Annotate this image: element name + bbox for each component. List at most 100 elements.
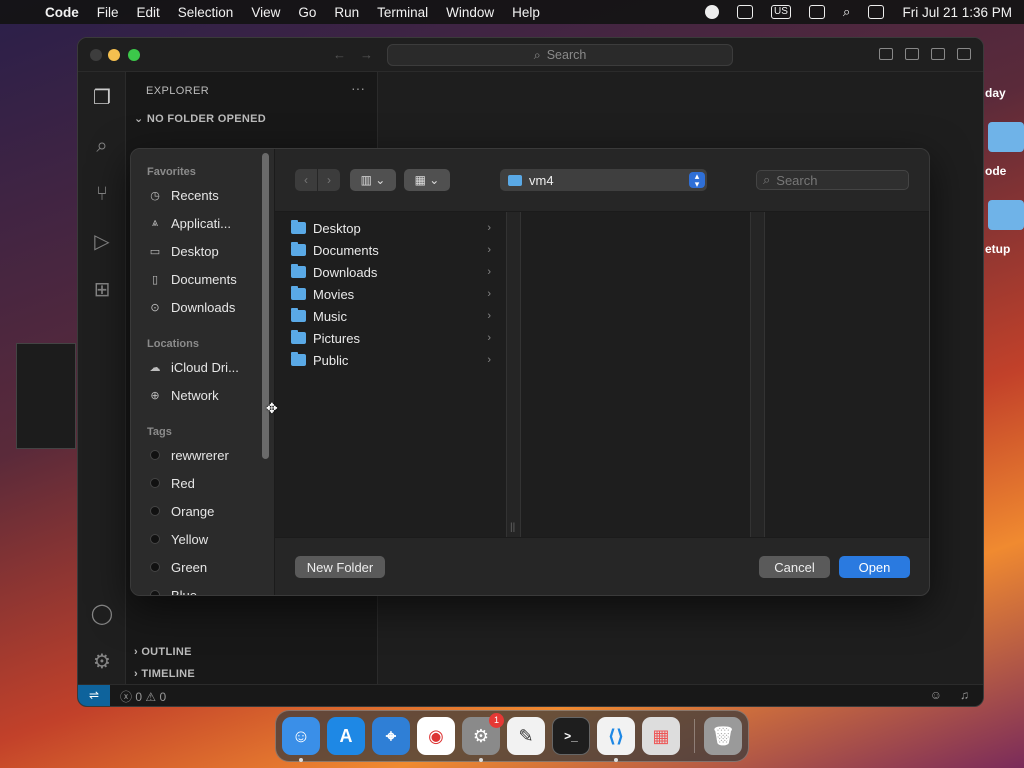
open-button[interactable]: Open bbox=[839, 556, 910, 578]
menu-window[interactable]: Window bbox=[437, 5, 503, 20]
forward-button[interactable]: › bbox=[318, 169, 340, 191]
folder-row[interactable]: Downloads › bbox=[291, 262, 491, 282]
error-count: 0 bbox=[135, 690, 143, 704]
sidebar-item-desktop[interactable]: ▭ Desktop bbox=[147, 241, 219, 261]
sidebar-item-downloads[interactable]: ⊙ Downloads bbox=[147, 297, 235, 317]
desktop-item-label[interactable]: day bbox=[985, 86, 1006, 100]
outline-section[interactable]: › OUTLINE bbox=[134, 646, 192, 658]
location-popup[interactable]: vm4 ▴ ▾ bbox=[500, 169, 707, 191]
toggle-primary-sidebar-icon[interactable] bbox=[879, 48, 893, 60]
desktop-folder-icon[interactable] bbox=[988, 200, 1024, 230]
tag-dot-icon bbox=[150, 562, 160, 572]
sidebar-tag[interactable]: Red bbox=[147, 473, 195, 493]
extensions-icon[interactable]: ⊞ bbox=[90, 278, 114, 302]
sidebar-item-network[interactable]: ⊕ Network bbox=[147, 385, 218, 405]
notification-badge: 1 bbox=[489, 713, 504, 728]
desktop-item-label[interactable]: ode bbox=[985, 164, 1006, 178]
folder-row[interactable]: Desktop › bbox=[291, 218, 491, 238]
menu-edit[interactable]: Edit bbox=[128, 5, 169, 20]
folder-row[interactable]: Pictures › bbox=[291, 328, 491, 348]
view-mode-button[interactable]: ▥ ⌄ bbox=[350, 169, 396, 191]
chevron-right-icon: › bbox=[487, 266, 491, 278]
customize-layout-icon[interactable] bbox=[957, 48, 971, 60]
problems-indicator[interactable]: ⓧ 0 ⚠ 0 bbox=[120, 688, 166, 705]
manage-gear-icon[interactable]: ⚙ bbox=[90, 650, 114, 674]
cloud-icon: ☁ bbox=[149, 361, 161, 374]
toggle-panel-icon[interactable] bbox=[905, 48, 919, 60]
sidebar-tag[interactable]: Blue bbox=[147, 585, 198, 596]
tag-label: Blue bbox=[171, 587, 198, 596]
open-file-dialog: Favorites ◷ Recents ⩓ Applicati... ▭ Des… bbox=[130, 148, 930, 596]
screen-mirroring-icon[interactable] bbox=[808, 5, 825, 19]
toggle-secondary-sidebar-icon[interactable] bbox=[931, 48, 945, 60]
remote-indicator-icon[interactable]: ⇌ bbox=[78, 685, 110, 706]
folder-row[interactable]: Music › bbox=[291, 306, 491, 326]
menu-clock[interactable]: Fri Jul 21 1:36 PM bbox=[902, 5, 1012, 20]
menu-app-name[interactable]: Code bbox=[36, 5, 88, 20]
menu-file[interactable]: File bbox=[88, 5, 128, 20]
menu-go[interactable]: Go bbox=[289, 5, 325, 20]
maximize-window-button[interactable] bbox=[128, 49, 140, 61]
sidebar-item-recents[interactable]: ◷ Recents bbox=[147, 185, 219, 205]
user-status-icon[interactable] bbox=[704, 5, 719, 19]
command-center-search[interactable]: ⌕ Search bbox=[387, 44, 733, 66]
safari-icon[interactable]: ⌖ bbox=[372, 717, 410, 755]
dialog-search-field[interactable]: ⌕ Search bbox=[756, 170, 909, 190]
close-window-button[interactable] bbox=[90, 49, 102, 61]
locations-heading: Locations bbox=[147, 338, 199, 350]
stage-manager-icon[interactable] bbox=[736, 5, 753, 19]
finder-icon[interactable]: ☺ bbox=[282, 717, 320, 755]
vscode-icon[interactable]: ⟨⟩ bbox=[597, 717, 635, 755]
minimize-window-button[interactable] bbox=[108, 49, 120, 61]
new-folder-button[interactable]: New Folder bbox=[295, 556, 385, 578]
timeline-section[interactable]: › TIMELINE bbox=[134, 668, 195, 680]
back-button[interactable]: ‹ bbox=[295, 169, 317, 191]
folder-label: Documents bbox=[313, 242, 379, 258]
app-store-icon[interactable]: A bbox=[327, 717, 365, 755]
notifications-bell-icon[interactable]: ♫ bbox=[960, 688, 969, 702]
sidebar-tag[interactable]: Orange bbox=[147, 501, 214, 521]
chrome-icon[interactable]: ◉ bbox=[417, 717, 455, 755]
menu-view[interactable]: View bbox=[242, 5, 289, 20]
menu-run[interactable]: Run bbox=[325, 5, 368, 20]
sidebar-item-icloud[interactable]: ☁ iCloud Dri... bbox=[147, 357, 239, 377]
sidebar-tag[interactable]: rewwrerer bbox=[147, 445, 229, 465]
desktop-item-label[interactable]: etup bbox=[985, 242, 1010, 256]
cancel-button[interactable]: Cancel bbox=[759, 556, 830, 578]
sidebar-item-documents[interactable]: ▯ Documents bbox=[147, 269, 237, 289]
source-control-icon[interactable]: ⑂ bbox=[90, 182, 114, 206]
menu-help[interactable]: Help bbox=[503, 5, 549, 20]
no-folder-section[interactable]: ⌄ NO FOLDER OPENED bbox=[134, 112, 266, 125]
folder-row[interactable]: Movies › bbox=[291, 284, 491, 304]
search-icon[interactable]: ⌕ bbox=[90, 134, 114, 158]
desktop-folder-icon[interactable] bbox=[988, 122, 1024, 152]
column-resize-handle[interactable]: || bbox=[507, 212, 521, 537]
nav-arrows[interactable]: ←→ bbox=[333, 47, 387, 62]
browser-column-2 bbox=[521, 212, 751, 537]
account-icon[interactable]: ◯ bbox=[90, 602, 114, 626]
sidebar-tag[interactable]: Green bbox=[147, 557, 207, 577]
spotlight-search-icon[interactable]: ⌕ bbox=[843, 4, 851, 20]
sidebar-tag[interactable]: Yellow bbox=[147, 529, 208, 549]
running-indicator bbox=[479, 758, 483, 762]
menu-selection[interactable]: Selection bbox=[169, 5, 243, 20]
menu-bar: Code File Edit Selection View Go Run Ter… bbox=[0, 0, 1024, 24]
textedit-icon[interactable]: ✎ bbox=[507, 717, 545, 755]
trash-icon[interactable]: 🗑 bbox=[704, 717, 742, 755]
settings-icon[interactable]: ⚙ 1 bbox=[462, 713, 504, 755]
input-source-indicator[interactable]: US bbox=[770, 5, 791, 19]
explorer-icon[interactable]: ❐ bbox=[90, 86, 114, 110]
desktop-window-thumbnail[interactable] bbox=[16, 343, 76, 449]
feedback-icon[interactable]: ☺ bbox=[930, 688, 942, 702]
terminal-icon[interactable]: >_ bbox=[552, 717, 590, 755]
folder-row[interactable]: Public › bbox=[291, 350, 491, 370]
launchpad-icon[interactable]: ▦ bbox=[642, 717, 680, 755]
column-resize-handle[interactable] bbox=[751, 212, 765, 537]
sidebar-item-applications[interactable]: ⩓ Applicati... bbox=[147, 213, 231, 233]
run-debug-icon[interactable]: ▷ bbox=[90, 230, 114, 254]
menu-terminal[interactable]: Terminal bbox=[368, 5, 437, 20]
folder-row[interactable]: Documents › bbox=[291, 240, 491, 260]
group-by-button[interactable]: ▦ ⌄ bbox=[404, 169, 450, 191]
more-actions-icon[interactable]: ··· bbox=[351, 80, 365, 96]
control-center-icon[interactable] bbox=[868, 5, 885, 19]
